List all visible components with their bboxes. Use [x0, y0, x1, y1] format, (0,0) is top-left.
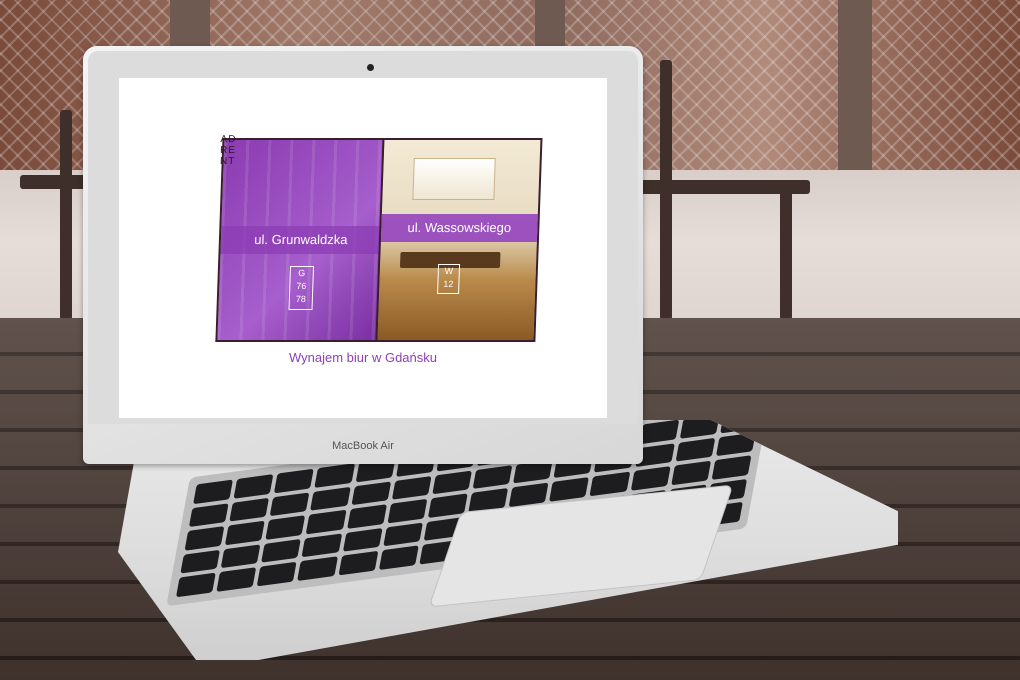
chair-leg	[60, 110, 72, 320]
location-label[interactable]: ul. Grunwaldzka	[220, 226, 382, 254]
location-label[interactable]: ul. Wassowskiego	[380, 214, 538, 242]
location-card-wassowskiego[interactable]: ul. Wassowskiego W 12	[375, 138, 543, 342]
chair-leg	[780, 190, 792, 320]
fence-post	[838, 0, 872, 190]
badge-letter: G	[298, 268, 306, 278]
location-badge: W 12	[437, 264, 461, 294]
photo-scene: ADRENT ul. Grunwaldzka G 76 78 ul. Wasso…	[0, 0, 1020, 680]
badge-numbers: 12	[443, 279, 454, 289]
brand-text: ADRENT	[219, 134, 237, 167]
hero-panels: ADRENT ul. Grunwaldzka G 76 78 ul. Wasso…	[215, 134, 543, 342]
location-card-grunwaldzka[interactable]: ADRENT ul. Grunwaldzka G 76 78	[215, 134, 385, 342]
office-window	[412, 158, 496, 200]
location-badge: G 76 78	[288, 266, 315, 310]
laptop-screen: ADRENT ul. Grunwaldzka G 76 78 ul. Wasso…	[119, 78, 607, 418]
camera-icon	[367, 64, 374, 71]
brand-logo: ADRENT	[219, 134, 237, 167]
device-label: MacBook Air	[332, 440, 394, 452]
badge-letter: W	[444, 266, 454, 276]
chair-leg	[660, 60, 672, 320]
site-tagline: Wynajem biur w Gdańsku	[289, 350, 437, 365]
badge-numbers: 76 78	[295, 281, 307, 304]
laptop-lid: ADRENT ul. Grunwaldzka G 76 78 ul. Wasso…	[83, 46, 643, 464]
